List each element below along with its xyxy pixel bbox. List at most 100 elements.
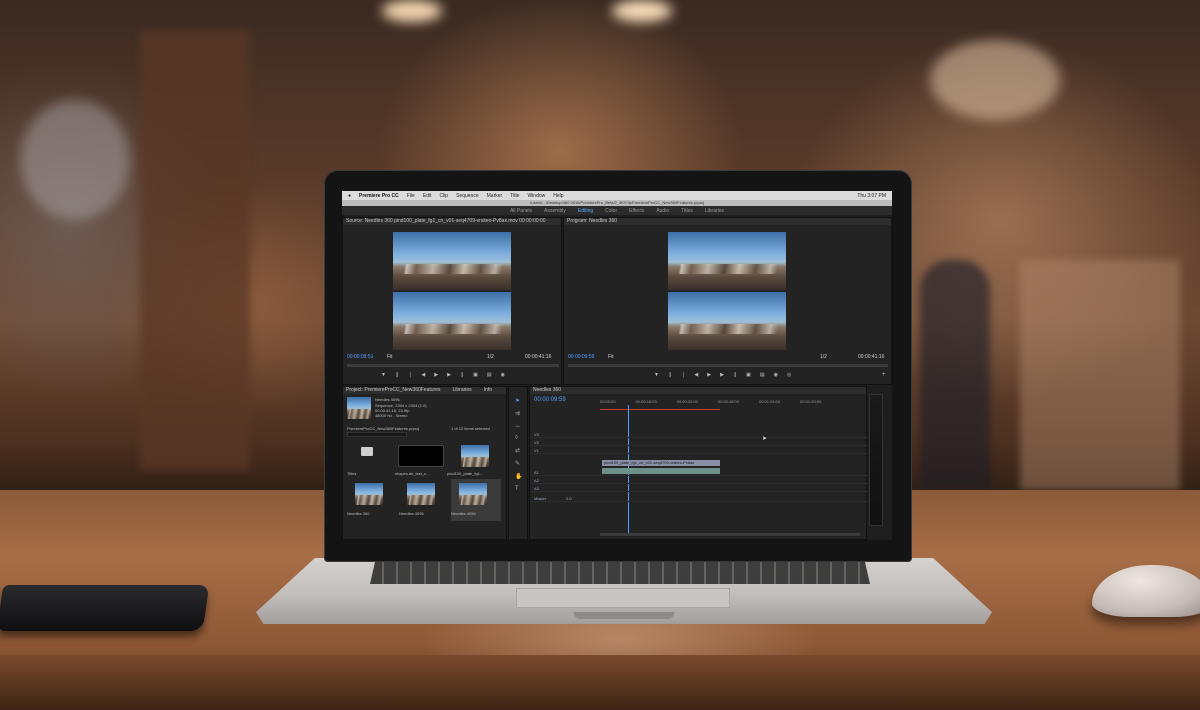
bin-thumbnail-4[interactable]	[355, 483, 383, 506]
export-frame-icon[interactable]: ◉	[774, 372, 778, 378]
mark-out-icon[interactable]: ❙	[395, 372, 399, 378]
black-clip-thumbnail[interactable]	[398, 445, 444, 467]
go-to-out-icon[interactable]: ❙	[733, 372, 737, 378]
add-button-icon[interactable]: +	[882, 372, 886, 378]
work-area-bar[interactable]	[600, 409, 720, 410]
extract-icon[interactable]: ▤	[760, 372, 765, 378]
track-label-v3[interactable]: V3	[534, 432, 539, 437]
program-monitor-tab[interactable]: Program: Needles 360	[564, 218, 891, 225]
menu-sequence[interactable]: Sequence	[456, 193, 479, 199]
mark-in-icon[interactable]: ▼	[654, 372, 659, 378]
menu-help[interactable]: Help	[553, 193, 563, 199]
timeline-ruler[interactable]: 00:00:00 00:00:16:00 00:00:32:00 00:00:4…	[600, 399, 821, 404]
program-fit-dropdown[interactable]: Fit	[608, 354, 614, 360]
program-scrub-bar[interactable]	[568, 364, 888, 367]
workspace-color[interactable]: Color	[605, 208, 617, 214]
timeline-horizontal-scrollbar[interactable]	[600, 533, 860, 536]
menu-window[interactable]: Window	[527, 193, 545, 199]
program-timecode-in[interactable]: 00:00:09:59	[568, 354, 594, 360]
apple-icon[interactable]: ●	[348, 193, 351, 199]
tab-project[interactable]: Project: PremiereProCC_New360Features	[346, 387, 440, 394]
track-label-v1[interactable]: V1	[534, 448, 539, 453]
source-transport-controls: ▼ ❙ ❘ ◀ ▶ ▶ ❙ ▣ ▤ ◉	[381, 372, 505, 378]
export-frame-icon[interactable]: ◉	[501, 372, 505, 378]
workspace-all-panels[interactable]: All Panels	[510, 208, 532, 214]
ripple-edit-icon[interactable]: ↔	[515, 423, 522, 429]
track-label-a3[interactable]: A3	[534, 486, 539, 491]
workspace-effects[interactable]: Effects	[629, 208, 644, 214]
track-row-v3: V3	[530, 431, 868, 438]
selection-count: 1 of 12 items selected	[451, 426, 490, 431]
workspace-audio[interactable]: Audio	[656, 208, 669, 214]
step-forward-icon[interactable]: ▶	[720, 372, 724, 378]
go-to-in-icon[interactable]: ❘	[681, 372, 685, 378]
program-frame-bottom	[668, 292, 786, 350]
step-back-icon[interactable]: ◀	[694, 372, 698, 378]
workspace-assembly[interactable]: Assembly	[544, 208, 566, 214]
source-monitor-tab[interactable]: Source: Needles 360 pind100_plate_fg1_cn…	[343, 218, 561, 225]
mark-out-icon[interactable]: ❙	[668, 372, 672, 378]
menu-title[interactable]: Title	[510, 193, 519, 199]
ruler-tick-2: 00:00:16:00	[635, 399, 657, 404]
menu-clip[interactable]: Clip	[439, 193, 448, 199]
track-label-a1[interactable]: A1	[534, 470, 539, 475]
insert-icon[interactable]: ▣	[473, 372, 478, 378]
project-search-input[interactable]	[347, 432, 407, 437]
bin-thumbnail-6[interactable]	[459, 483, 487, 506]
bin-thumbnail-3[interactable]	[461, 445, 489, 468]
source-scrub-bar[interactable]	[347, 364, 559, 367]
timeline-timecode[interactable]: 00:00:09:59	[534, 397, 566, 403]
program-ratio-dropdown[interactable]: 1/2	[820, 354, 827, 360]
pen-tool-icon[interactable]: ✎	[515, 460, 522, 467]
track-select-icon[interactable]: ⇉	[515, 410, 522, 417]
vr-video-icon[interactable]: ◎	[787, 372, 791, 378]
folder-icon[interactable]	[361, 447, 373, 456]
go-to-in-icon[interactable]: ❘	[408, 372, 412, 378]
workspace-editing[interactable]: Editing	[578, 208, 593, 214]
source-fit-dropdown[interactable]: Fit	[387, 354, 393, 360]
go-to-out-icon[interactable]: ❙	[460, 372, 464, 378]
source-ratio-dropdown[interactable]: 1/2	[487, 354, 494, 360]
lift-icon[interactable]: ▣	[746, 372, 751, 378]
type-tool-icon[interactable]: T	[515, 486, 522, 492]
play-icon[interactable]: ▶	[707, 372, 711, 378]
menu-edit[interactable]: Edit	[423, 193, 432, 199]
background-counter	[1020, 260, 1180, 490]
overwrite-icon[interactable]: ▤	[487, 372, 492, 378]
menu-marker[interactable]: Marker	[487, 193, 503, 199]
laptop-screen: ● Premiere Pro CC File Edit Clip Sequenc…	[342, 191, 892, 540]
mark-in-icon[interactable]: ▼	[381, 372, 386, 378]
workspace-titles[interactable]: Titles	[681, 208, 693, 214]
smartphone	[0, 585, 210, 631]
track-row-a3: A3	[530, 485, 868, 492]
source-monitor: Source: Needles 360 pind100_plate_fg1_cn…	[342, 217, 562, 385]
master-value[interactable]: 0.0	[566, 496, 572, 501]
timeline-tab[interactable]: Needles 360	[530, 387, 866, 394]
menu-file[interactable]: File	[407, 193, 415, 199]
back-light-left	[20, 100, 130, 220]
video-clip[interactable]: pind100_plate_fg1_cn_v01-seq4709-vrsiteo…	[602, 460, 720, 466]
step-back-icon[interactable]: ◀	[421, 372, 425, 378]
workspace-libraries[interactable]: Libraries	[705, 208, 724, 214]
track-label-master[interactable]: Master	[534, 496, 546, 501]
tab-info[interactable]: Info	[484, 387, 492, 394]
tab-libraries[interactable]: Libraries	[452, 387, 471, 394]
slip-tool-icon[interactable]: ⇄	[515, 447, 522, 454]
razor-tool-icon[interactable]: ◊	[515, 435, 522, 441]
timeline-panel: Needles 360 00:00:09:59 00:00:00 00:00:1…	[529, 386, 868, 540]
bin-thumbnail-5[interactable]	[407, 483, 435, 506]
hand-tool-icon[interactable]: ✋	[515, 473, 522, 480]
source-timecode-in[interactable]: 00:00:08:51	[347, 354, 373, 360]
step-forward-icon[interactable]: ▶	[447, 372, 451, 378]
pendant-light-right	[612, 0, 672, 22]
menu-clock[interactable]: Thu 3:07 PM	[857, 193, 892, 199]
mouse-cursor-icon: ➤	[762, 436, 768, 442]
track-row-v2: V2	[530, 439, 868, 446]
track-label-v2[interactable]: V2	[534, 440, 539, 445]
track-label-a2[interactable]: A2	[534, 478, 539, 483]
table-edge	[0, 655, 1200, 710]
app-menu[interactable]: Premiere Pro CC	[359, 193, 399, 199]
play-icon[interactable]: ▶	[434, 372, 438, 378]
bin-item-label-4: Needles 360	[347, 511, 370, 516]
selection-tool-icon[interactable]: ➤	[515, 397, 522, 404]
